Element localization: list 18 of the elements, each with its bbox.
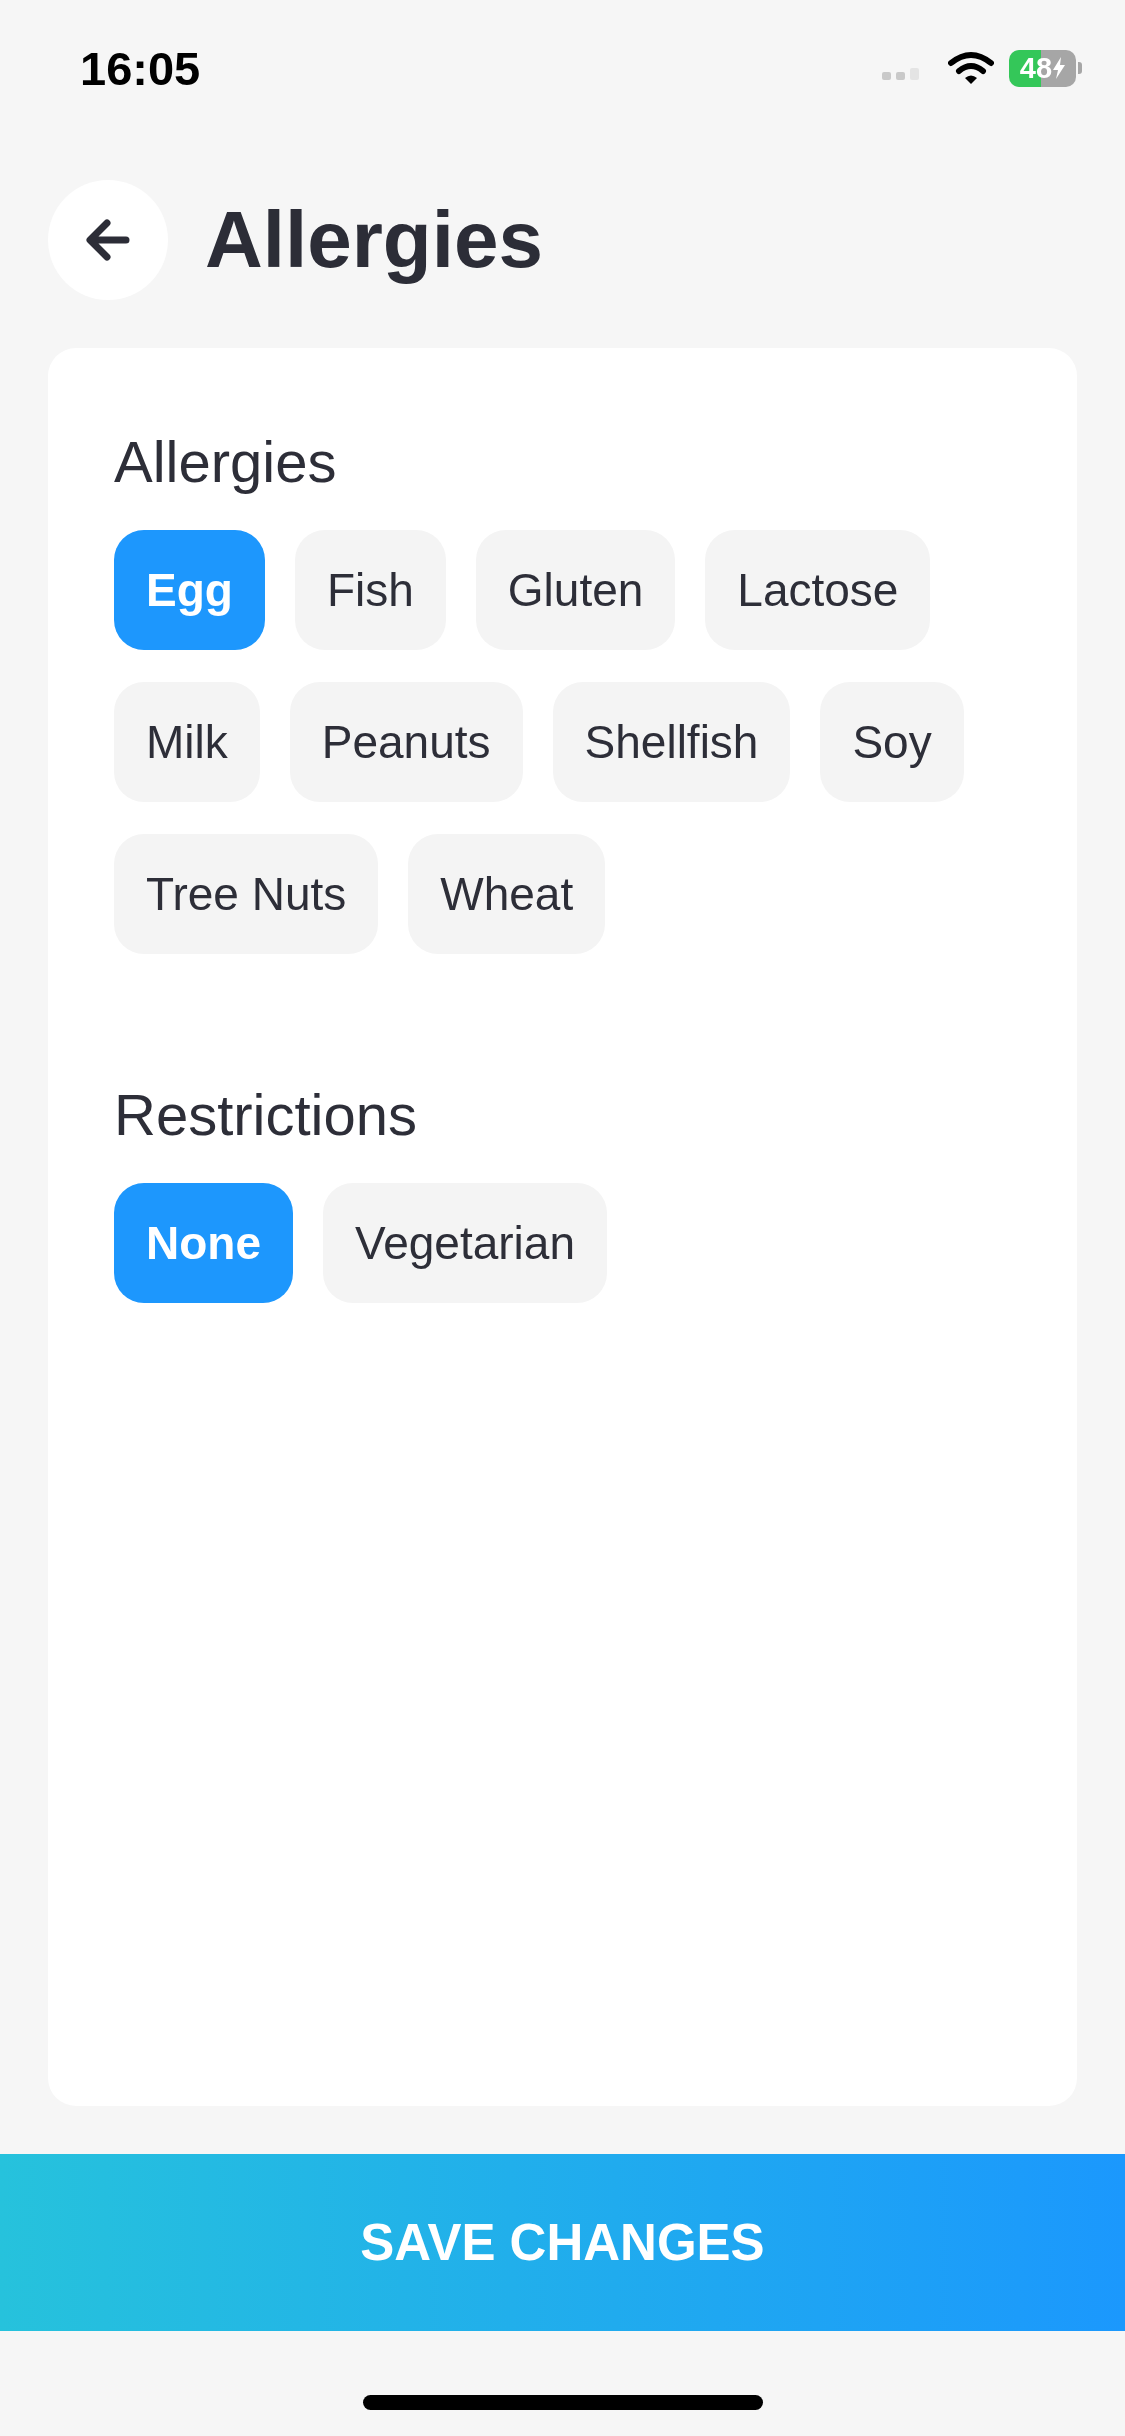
- section-title: Restrictions: [114, 1081, 417, 1148]
- option-chip[interactable]: Peanuts: [289, 682, 523, 802]
- option-chip[interactable]: Shellfish: [552, 682, 791, 802]
- page-title: Allergies: [205, 196, 543, 284]
- option-chip[interactable]: Wheat: [408, 834, 606, 954]
- status-time: 16:05: [80, 44, 201, 92]
- option-chip[interactable]: Milk: [114, 682, 260, 802]
- option-chip[interactable]: Soy: [820, 682, 964, 802]
- option-chip[interactable]: Fish: [294, 530, 446, 650]
- option-chip[interactable]: Tree Nuts: [114, 834, 379, 954]
- option-chip[interactable]: Gluten: [475, 530, 676, 650]
- charging-bolt-icon: [1053, 57, 1066, 79]
- option-chip[interactable]: Vegetarian: [323, 1183, 607, 1303]
- signal-icon: [882, 66, 919, 80]
- wifi-icon: [948, 51, 994, 85]
- section-title: Allergies: [114, 428, 337, 495]
- option-chip[interactable]: Lactose: [705, 530, 931, 650]
- back-arrow-icon: [86, 219, 130, 261]
